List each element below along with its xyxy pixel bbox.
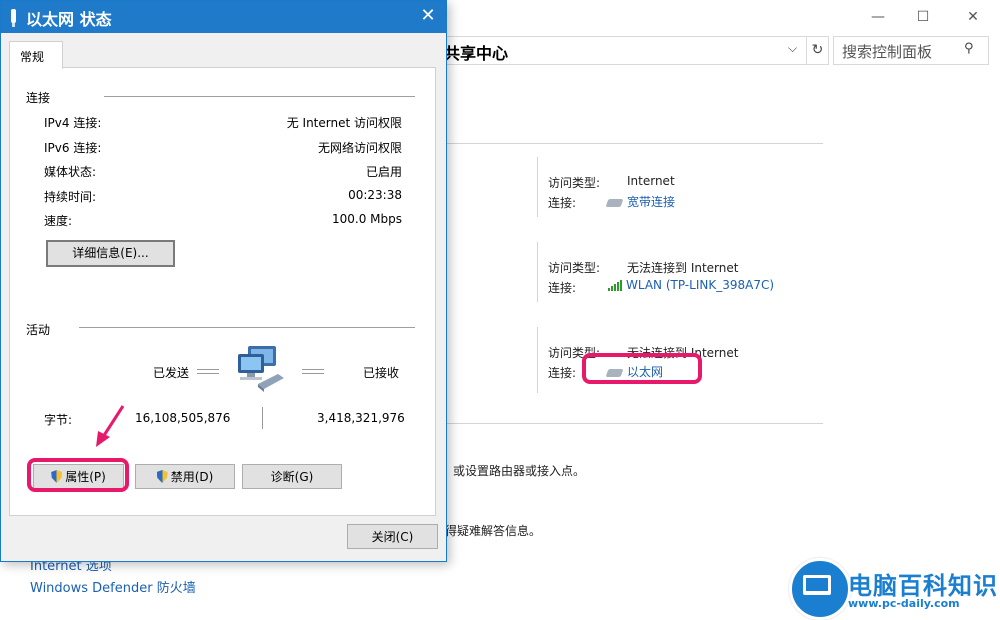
highlight-box: [582, 353, 702, 384]
monitor-icon: [803, 575, 831, 595]
minimize-button[interactable]: —: [858, 6, 898, 28]
highlight-box: [27, 458, 129, 492]
disable-button[interactable]: 禁用(D): [135, 464, 235, 489]
sent-line: [197, 369, 219, 374]
speed-value: 100.0 Mbps: [331, 212, 402, 226]
divider: [537, 157, 538, 217]
sent-label: 已发送: [153, 366, 190, 380]
connection-link-text: 宽带连接: [627, 195, 676, 209]
ethernet-plug-icon: [11, 9, 16, 27]
divider: [537, 327, 538, 393]
access-type-label: 访问类型:: [548, 176, 601, 190]
disable-button-label: 禁用(D): [170, 470, 214, 484]
divider: [537, 242, 538, 302]
bytes-divider: [262, 407, 263, 429]
defender-firewall-link[interactable]: Windows Defender 防火墙: [30, 577, 196, 596]
tab-panel: [9, 67, 436, 516]
uac-shield-icon: [156, 470, 168, 483]
received-label: 已接收: [363, 366, 400, 380]
watermark-title: 电脑百科知识: [848, 572, 998, 600]
wifi-signal-icon: [608, 280, 622, 291]
ethernet-icon: [605, 198, 624, 207]
ipv6-label: IPv6 连接:: [44, 141, 102, 155]
troubleshoot-text: 得疑难解答信息。: [445, 524, 542, 538]
chevron-down-icon[interactable]: ⌵: [788, 41, 797, 56]
diagnose-button[interactable]: 诊断(G): [242, 464, 342, 489]
setup-router-text: 或设置路由器或接入点。: [453, 464, 586, 478]
maximize-button[interactable]: ☐: [903, 6, 943, 28]
ipv6-value: 无网络访问权限: [317, 141, 402, 155]
window-close-button[interactable]: ✕: [953, 6, 993, 28]
ipv4-label: IPv4 连接:: [44, 116, 102, 130]
connection-label: 连接:: [548, 366, 577, 380]
close-button[interactable]: 关闭(C): [347, 524, 438, 549]
search-icon[interactable]: ⚲: [964, 41, 974, 56]
bytes-received-value: 3,418,321,976: [317, 411, 405, 425]
dialog-titlebar[interactable]: 以太网 状态 ✕: [1, 1, 446, 33]
wlan-connection-link[interactable]: WLAN (TP-LINK_398A7C): [608, 278, 774, 292]
watermark-url: www.pc-daily.com: [848, 597, 960, 610]
dialog-title: 以太网 状态: [26, 10, 112, 29]
ethernet-status-dialog: 以太网 状态 ✕ 常规 连接 IPv4 连接: 无 Internet 访问权限 …: [0, 0, 447, 562]
section-activity-label: 活动: [26, 323, 51, 337]
section-divider: [104, 96, 415, 97]
access-type-value: Internet: [627, 174, 675, 188]
search-placeholder: 搜索控制面板: [842, 43, 933, 61]
ipv4-value: 无 Internet 访问权限: [286, 116, 402, 130]
address-bar-text: 共享中心: [444, 44, 509, 63]
connection-link-text: WLAN (TP-LINK_398A7C): [626, 278, 775, 292]
close-icon[interactable]: ✕: [415, 5, 441, 29]
bytes-label: 字节:: [44, 413, 73, 427]
speed-label: 速度:: [44, 214, 73, 228]
divider: [445, 423, 823, 424]
section-connection-label: 连接: [26, 91, 51, 105]
network-computers-icon: [238, 346, 284, 392]
tab-general[interactable]: 常规: [9, 41, 63, 69]
tab-label: 常规: [20, 50, 45, 64]
access-type-label: 访问类型:: [548, 261, 601, 275]
pointer-arrow-icon: [96, 405, 125, 447]
refresh-icon[interactable]: ↻: [806, 36, 829, 65]
bytes-sent-value: 16,108,505,876: [135, 411, 231, 425]
received-line: [302, 369, 324, 374]
media-state-label: 媒体状态:: [44, 165, 97, 179]
connection-label: 连接:: [548, 196, 577, 210]
duration-value: 00:23:38: [348, 188, 402, 202]
details-button[interactable]: 详细信息(E)...: [46, 240, 175, 267]
divider: [445, 143, 823, 144]
access-type-value: 无法连接到 Internet: [627, 261, 739, 275]
duration-label: 持续时间:: [44, 190, 97, 204]
section-divider: [79, 327, 415, 328]
media-state-value: 已启用: [365, 165, 402, 179]
connection-label: 连接:: [548, 281, 577, 295]
broadband-connection-link[interactable]: 宽带连接: [605, 193, 676, 210]
